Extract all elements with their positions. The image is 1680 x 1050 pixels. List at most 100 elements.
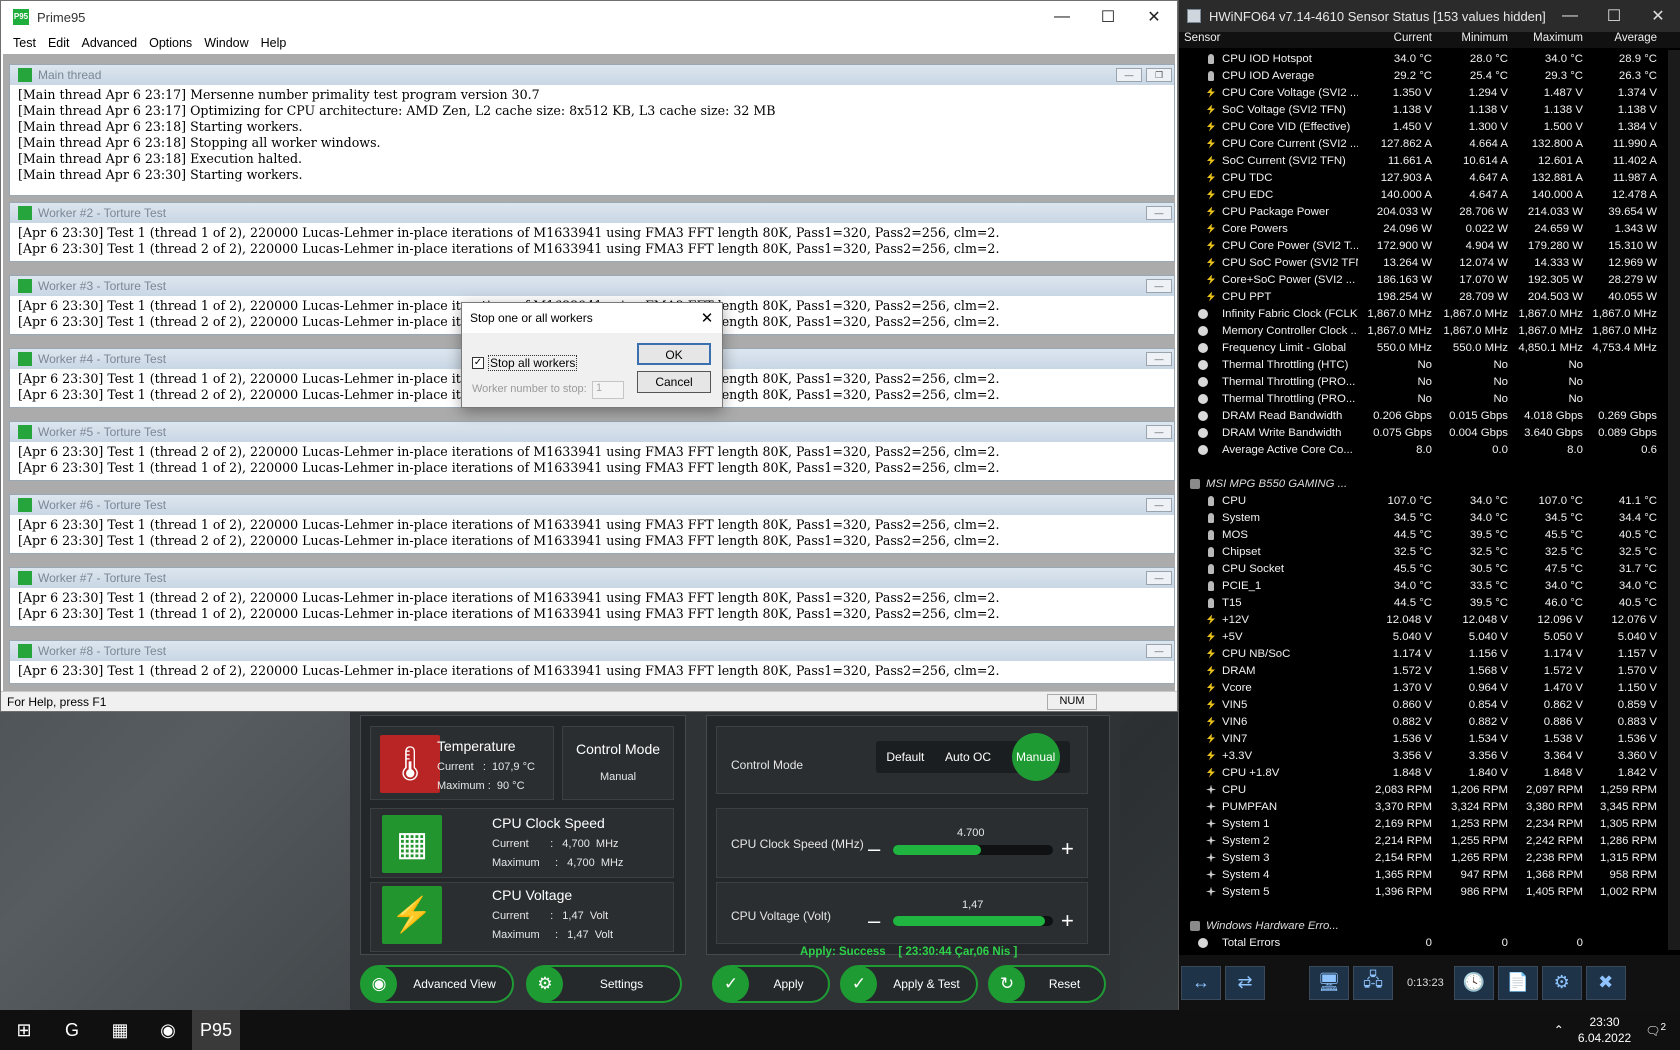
child-minimize-button[interactable]: —	[1146, 571, 1172, 585]
g-hub-icon[interactable]: G	[48, 1010, 96, 1050]
child-restore-button[interactable]: ❐	[1146, 68, 1172, 82]
reset-button[interactable]: ↻ Reset	[988, 965, 1106, 1003]
main-thread-titlebar[interactable]: Main thread — ❐	[10, 65, 1174, 85]
menu-advanced[interactable]: Advanced	[75, 36, 143, 50]
sensor-row[interactable]: T15 44.5 °C 39.5 °C 46.0 °C 40.5 °C	[1179, 594, 1669, 611]
sensor-row[interactable]: CPU Core VID (Effective) 1.450 V 1.300 V 1.…	[1179, 118, 1669, 135]
sensor-row[interactable]: Vcore 1.370 V 0.964 V 1.470 V 1.150 V	[1179, 679, 1669, 696]
worker-titlebar[interactable]: Worker #7 - Torture Test —	[10, 568, 1174, 588]
clock-minus-button[interactable]: –	[868, 838, 880, 860]
hwinfo-titlebar[interactable]: HWiNFO64 v7.14-4610 Sensor Status [153 v…	[1179, 0, 1680, 32]
sensor-row[interactable]: Thermal Throttling (HTC) No No No	[1179, 356, 1669, 373]
start-windows-icon[interactable]: ⊞	[0, 1010, 48, 1050]
sensor-row[interactable]: +3.3V 3.356 V 3.356 V 3.364 V 3.360 V	[1179, 747, 1669, 764]
collapse-arrows-icon[interactable]: ⇄	[1225, 965, 1265, 1000]
clock-reset-icon[interactable]: 🕓	[1453, 965, 1494, 1000]
menu-edit[interactable]: Edit	[42, 36, 76, 50]
hwinfo-maximize-button[interactable]: ☐	[1592, 0, 1636, 32]
hwinfo-close-button[interactable]: ✕	[1636, 0, 1680, 32]
settings-gear-icon[interactable]: ⚙	[1541, 965, 1582, 1000]
sensor-row[interactable]: DRAM 1.572 V 1.568 V 1.572 V 1.570 V	[1179, 662, 1669, 679]
sensor-row[interactable]: Core Powers 24.096 W 0.022 W 24.659 W 1.343 …	[1179, 220, 1669, 237]
sensor-row[interactable]: CPU Package Power 204.033 W 28.706 W 214.03…	[1179, 203, 1669, 220]
child-minimize-button[interactable]: —	[1146, 644, 1172, 658]
sensor-row[interactable]: VIN6 0.882 V 0.882 V 0.886 V 0.883 V	[1179, 713, 1669, 730]
volt-plus-button[interactable]: +	[1061, 910, 1074, 932]
sensor-scrollbar[interactable]	[1668, 50, 1680, 950]
sensor-row[interactable]: DRAM Read Bandwidth 0.206 Gbps 0.015 Gbps 4…	[1179, 407, 1669, 424]
child-minimize-button[interactable]: —	[1146, 425, 1172, 439]
sensor-row[interactable]: System 2 2,214 RPM 1,255 RPM 2,242 RPM 1,286…	[1179, 832, 1669, 849]
worker-titlebar[interactable]: Worker #3 - Torture Test —	[10, 276, 1174, 296]
sensor-row[interactable]: DRAM Write Bandwidth 0.075 Gbps 0.004 Gbps…	[1179, 424, 1669, 441]
worker-window[interactable]: Worker #5 - Torture Test — [Apr 6 23:30] T…	[9, 421, 1175, 481]
checkbox-checked-icon[interactable]: ✓	[472, 357, 484, 369]
apply-button[interactable]: ✓ Apply	[712, 965, 830, 1003]
sensor-row[interactable]: System 1 2,169 RPM 1,253 RPM 2,234 RPM 1,305…	[1179, 815, 1669, 832]
sensor-row[interactable]: System 5 1,396 RPM 986 RPM 1,405 RPM 1,002 R…	[1179, 883, 1669, 900]
prime95-titlebar[interactable]: P95 Prime95 — ☐ ✕	[1, 1, 1177, 33]
menu-window[interactable]: Window	[198, 36, 254, 50]
sensor-group-row[interactable]: Windows Hardware Erro...	[1179, 917, 1669, 934]
sensor-row[interactable]: CPU NB/SoC 1.174 V 1.156 V 1.174 V 1.157 V	[1179, 645, 1669, 662]
sensor-row[interactable]: VIN5 0.860 V 0.854 V 0.862 V 0.859 V	[1179, 696, 1669, 713]
dialog-close-icon[interactable]: ✕	[692, 309, 722, 327]
ryzen-master-icon[interactable]: ◉	[144, 1010, 192, 1050]
menu-test[interactable]: Test	[7, 36, 42, 50]
sensor-group-row[interactable]: MSI MPG B550 GAMING ...	[1179, 475, 1669, 492]
expand-arrows-icon[interactable]: ↔	[1181, 965, 1221, 1000]
volt-slider[interactable]	[893, 916, 1053, 926]
menu-help[interactable]: Help	[255, 36, 293, 50]
child-minimize-button[interactable]: —	[1146, 279, 1172, 293]
worker-titlebar[interactable]: Worker #8 - Torture Test —	[10, 641, 1174, 661]
sensor-row[interactable]: +5V 5.040 V 5.040 V 5.050 V 5.040 V	[1179, 628, 1669, 645]
child-minimize-button[interactable]: —	[1146, 206, 1172, 220]
sensor-row[interactable]: System 4 1,365 RPM 947 RPM 1,368 RPM 958 RPM	[1179, 866, 1669, 883]
close-button[interactable]: ✕	[1131, 1, 1177, 33]
sensor-row[interactable]: +12V 12.048 V 12.048 V 12.096 V 12.076 V	[1179, 611, 1669, 628]
sensor-row[interactable]: CPU IOD Hotspot 34.0 °C 28.0 °C 34.0 °C 28.9…	[1179, 50, 1669, 67]
sensor-row[interactable]: CPU SoC Power (SVI2 TFN) 13.264 W 12.074 W…	[1179, 254, 1669, 271]
sensor-row[interactable]: SoC Voltage (SVI2 TFN) 1.138 V 1.138 V 1.13…	[1179, 101, 1669, 118]
taskbar-clock[interactable]: 23:30 6.04.2022	[1578, 1014, 1631, 1046]
worker-number-input[interactable]: 1	[592, 381, 624, 399]
worker-titlebar[interactable]: Worker #6 - Torture Test —	[10, 495, 1174, 515]
mode-manual[interactable]: Manual	[1011, 733, 1060, 781]
sensor-row[interactable]: Total Errors 0 0 0	[1179, 934, 1669, 951]
worker-window[interactable]: Worker #6 - Torture Test — [Apr 6 23:30] T…	[9, 494, 1175, 554]
network-icon[interactable]: 🖧	[1353, 965, 1393, 1000]
sensor-row[interactable]: CPU Core Current (SVI2 ... 127.862 A 4.664…	[1179, 135, 1669, 152]
sensor-row[interactable]: Thermal Throttling (PRO... No No No	[1179, 390, 1669, 407]
mode-default[interactable]: Default	[886, 750, 924, 764]
sensor-app-icon[interactable]: ▦	[96, 1010, 144, 1050]
child-minimize-button[interactable]: —	[1116, 68, 1142, 82]
tray-chevron-up-icon[interactable]: ⌃	[1554, 1023, 1564, 1037]
sensor-row[interactable]	[1179, 458, 1669, 475]
sensor-row[interactable]: PUMPFAN 3,370 RPM 3,324 RPM 3,380 RPM 3,345 …	[1179, 798, 1669, 815]
sensor-row[interactable]: Memory Controller Clock ... 1,867.0 MHz 1,…	[1179, 322, 1669, 339]
mode-auto-oc[interactable]: Auto OC	[945, 750, 991, 764]
sensor-row[interactable]: CPU IOD Average 29.2 °C 25.4 °C 29.3 °C 26.3…	[1179, 67, 1669, 84]
close-sensors-icon[interactable]: ✖	[1585, 965, 1626, 1000]
log-file-icon[interactable]: 📄	[1497, 965, 1538, 1000]
child-minimize-button[interactable]: —	[1146, 352, 1172, 366]
sensor-row[interactable]: Core+SoC Power (SVI2 ... 186.163 W 17.070 …	[1179, 271, 1669, 288]
sensor-row[interactable]: CPU +1.8V 1.848 V 1.840 V 1.848 V 1.842 V	[1179, 764, 1669, 781]
menu-options[interactable]: Options	[143, 36, 198, 50]
column-average[interactable]: Average	[1587, 32, 1661, 48]
clock-plus-button[interactable]: +	[1061, 838, 1074, 860]
main-thread-window[interactable]: Main thread — ❐ [Main thread Apr 6 23:17…	[9, 64, 1175, 196]
sensor-row[interactable]	[1179, 900, 1669, 917]
sensor-row[interactable]: CPU TDC 127.903 A 4.647 A 132.881 A 11.987 A	[1179, 169, 1669, 186]
monitor-icon[interactable]: 🖥	[1309, 965, 1349, 1000]
notification-icon[interactable]: 🗨2	[1645, 1022, 1666, 1038]
sensor-row[interactable]: CPU EDC 140.000 A 4.647 A 140.000 A 12.478 A	[1179, 186, 1669, 203]
child-minimize-button[interactable]: —	[1146, 498, 1172, 512]
clock-slider[interactable]	[893, 845, 1053, 855]
ok-button[interactable]: OK	[637, 343, 711, 365]
sensor-row[interactable]: MOS 44.5 °C 39.5 °C 45.5 °C 40.5 °C	[1179, 526, 1669, 543]
minimize-button[interactable]: —	[1039, 1, 1085, 33]
column-current[interactable]: Current	[1358, 32, 1436, 48]
sensor-row[interactable]: Frequency Limit - Global 550.0 MHz 550.0 M…	[1179, 339, 1669, 356]
sensor-row[interactable]: System 34.5 °C 34.0 °C 34.5 °C 34.4 °C	[1179, 509, 1669, 526]
